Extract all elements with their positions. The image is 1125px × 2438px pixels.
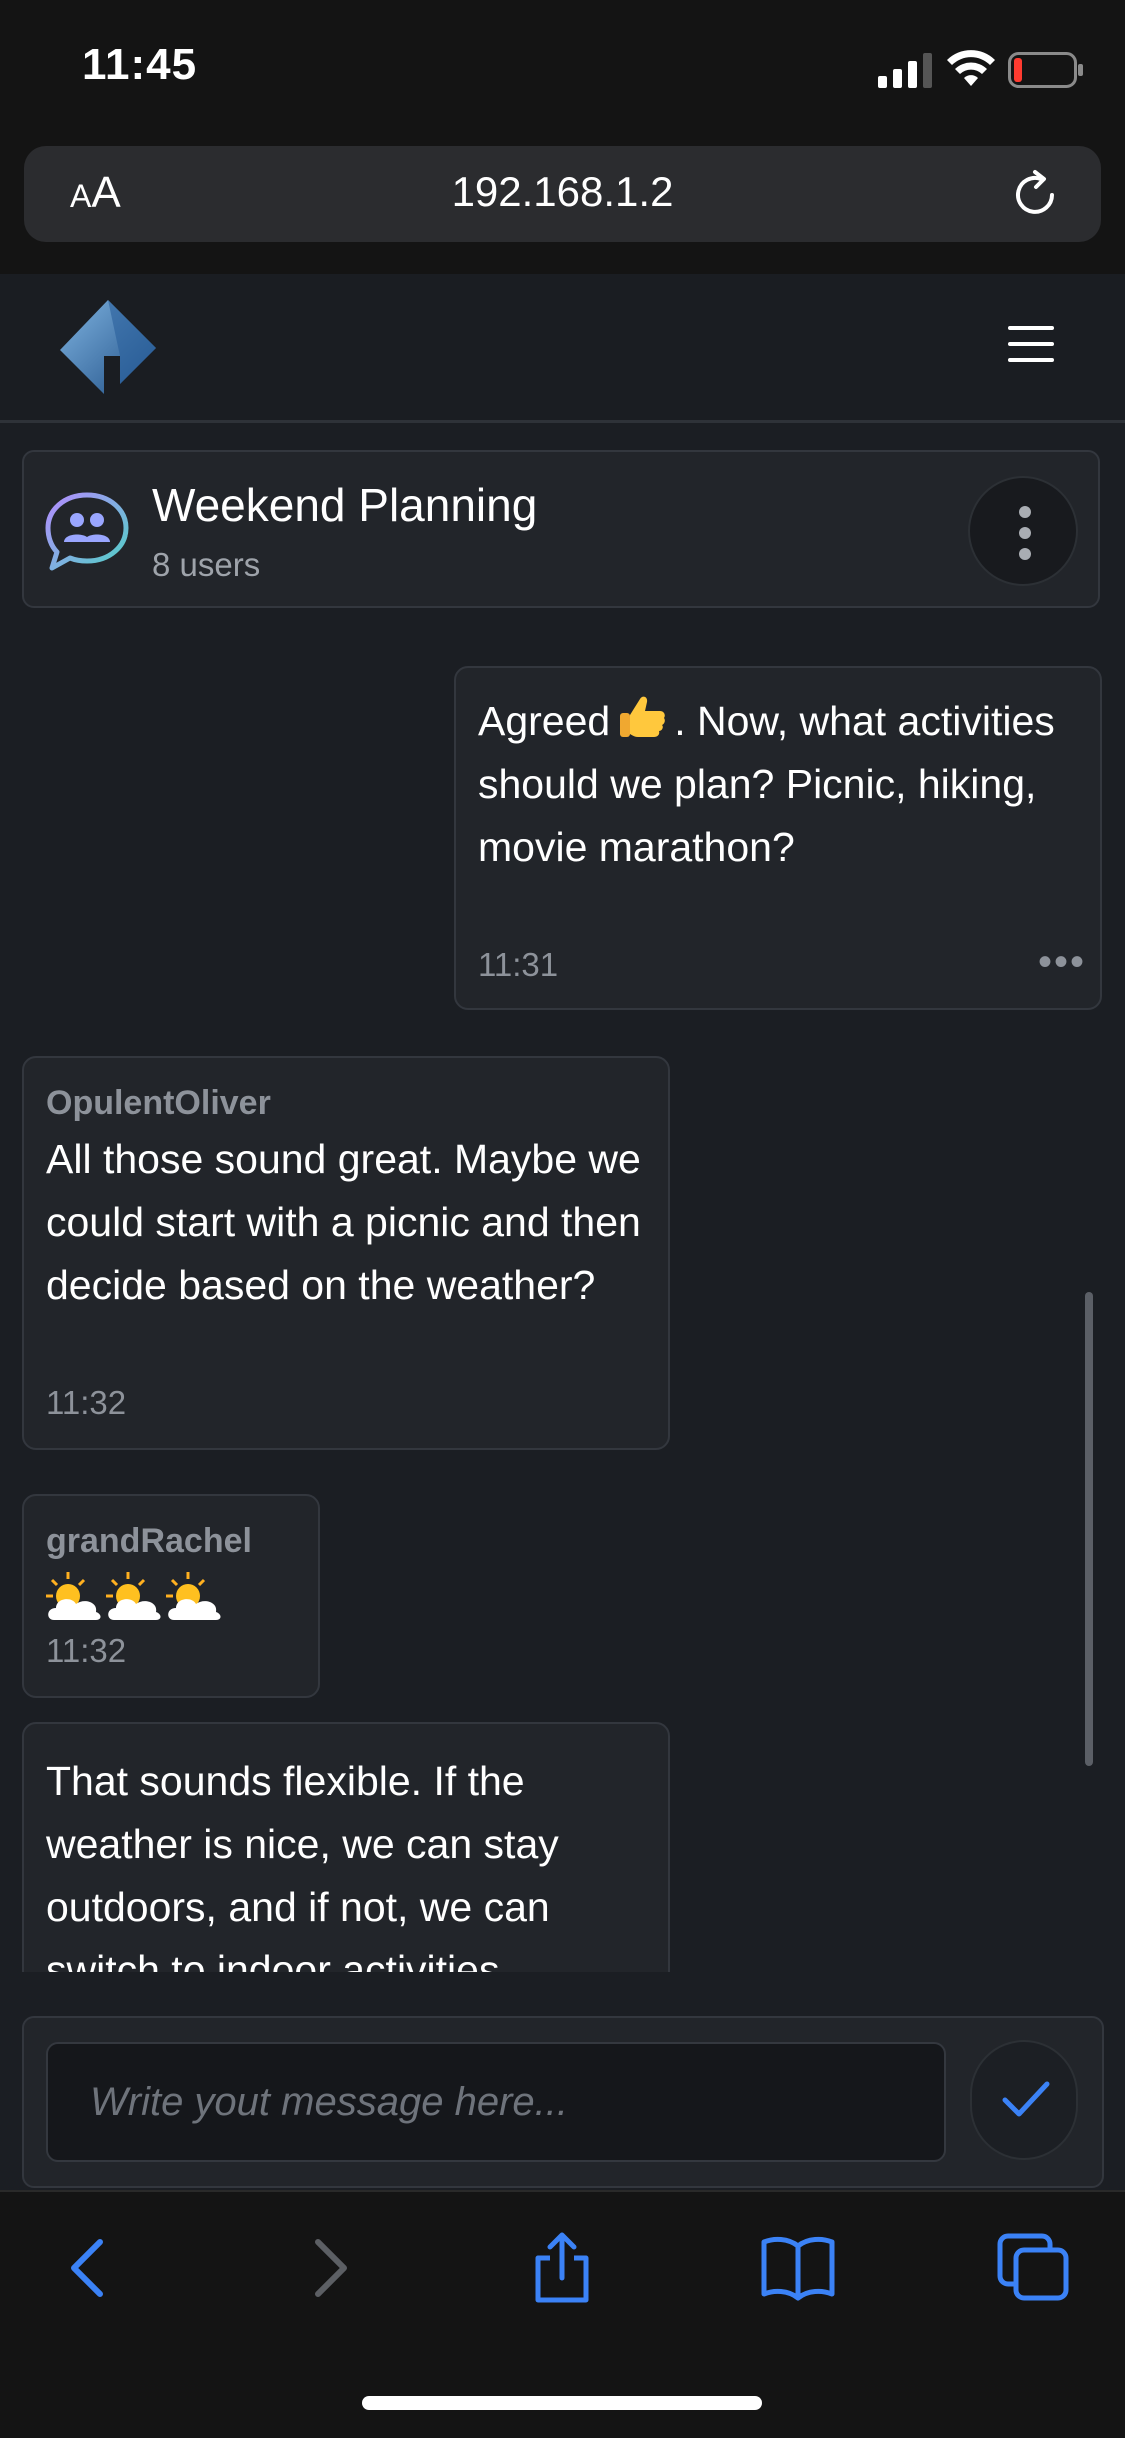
message-text: All those sound great. Maybe we could st… <box>46 1136 641 1308</box>
home-indicator[interactable] <box>362 2396 762 2410</box>
checkmark-icon <box>1002 2081 1050 2117</box>
sun-behind-cloud-icon <box>46 1572 101 1620</box>
message-input[interactable] <box>46 2042 946 2162</box>
message-author[interactable]: OpulentOliver <box>46 1084 271 1123</box>
chat-user-count: 8 users <box>152 546 261 583</box>
app-logo-icon[interactable] <box>58 298 158 398</box>
message-time: 11:32 <box>46 1384 127 1421</box>
reload-icon[interactable] <box>1008 168 1062 222</box>
message-text: Agreed. Now, what activities should we p… <box>478 690 1078 879</box>
message-list[interactable]: Agreed. Now, what activities should we p… <box>0 610 1125 1972</box>
chat-title: Weekend Planning <box>152 479 538 531</box>
dot-icon <box>1019 527 1031 539</box>
message-emoji-row <box>44 1570 244 1626</box>
message-more-button[interactable]: ••• <box>1038 940 1086 985</box>
message-text: That sounds flexible. If the weather is … <box>46 1758 559 1972</box>
bookmarks-icon[interactable] <box>758 2232 838 2304</box>
wifi-icon <box>947 50 995 86</box>
message-scrollbar[interactable] <box>1085 1292 1093 1766</box>
forward-icon[interactable] <box>290 2232 370 2304</box>
back-icon[interactable] <box>48 2232 128 2304</box>
status-time: 11:45 <box>82 40 198 89</box>
message-time: 11:31 <box>478 946 559 983</box>
app-header <box>0 274 1125 423</box>
sun-behind-cloud-icon <box>106 1572 161 1620</box>
dot-icon <box>1019 548 1031 560</box>
hamburger-menu-icon[interactable] <box>1006 322 1056 366</box>
tabs-icon[interactable] <box>994 2232 1074 2304</box>
thumbs-up-icon <box>620 696 666 737</box>
message-author[interactable]: grandRachel <box>46 1522 252 1561</box>
dot-icon <box>1019 506 1031 518</box>
group-chat-icon <box>45 492 129 571</box>
sun-behind-cloud-icon <box>166 1572 221 1620</box>
share-icon[interactable] <box>522 2232 602 2304</box>
message-time: 11:32 <box>46 1632 127 1669</box>
chat-options-button[interactable] <box>968 476 1078 586</box>
send-button[interactable] <box>970 2040 1078 2160</box>
cell-signal-icon <box>878 53 932 88</box>
battery-icon <box>1008 52 1083 88</box>
url-text[interactable]: 192.168.1.2 <box>0 168 1125 216</box>
